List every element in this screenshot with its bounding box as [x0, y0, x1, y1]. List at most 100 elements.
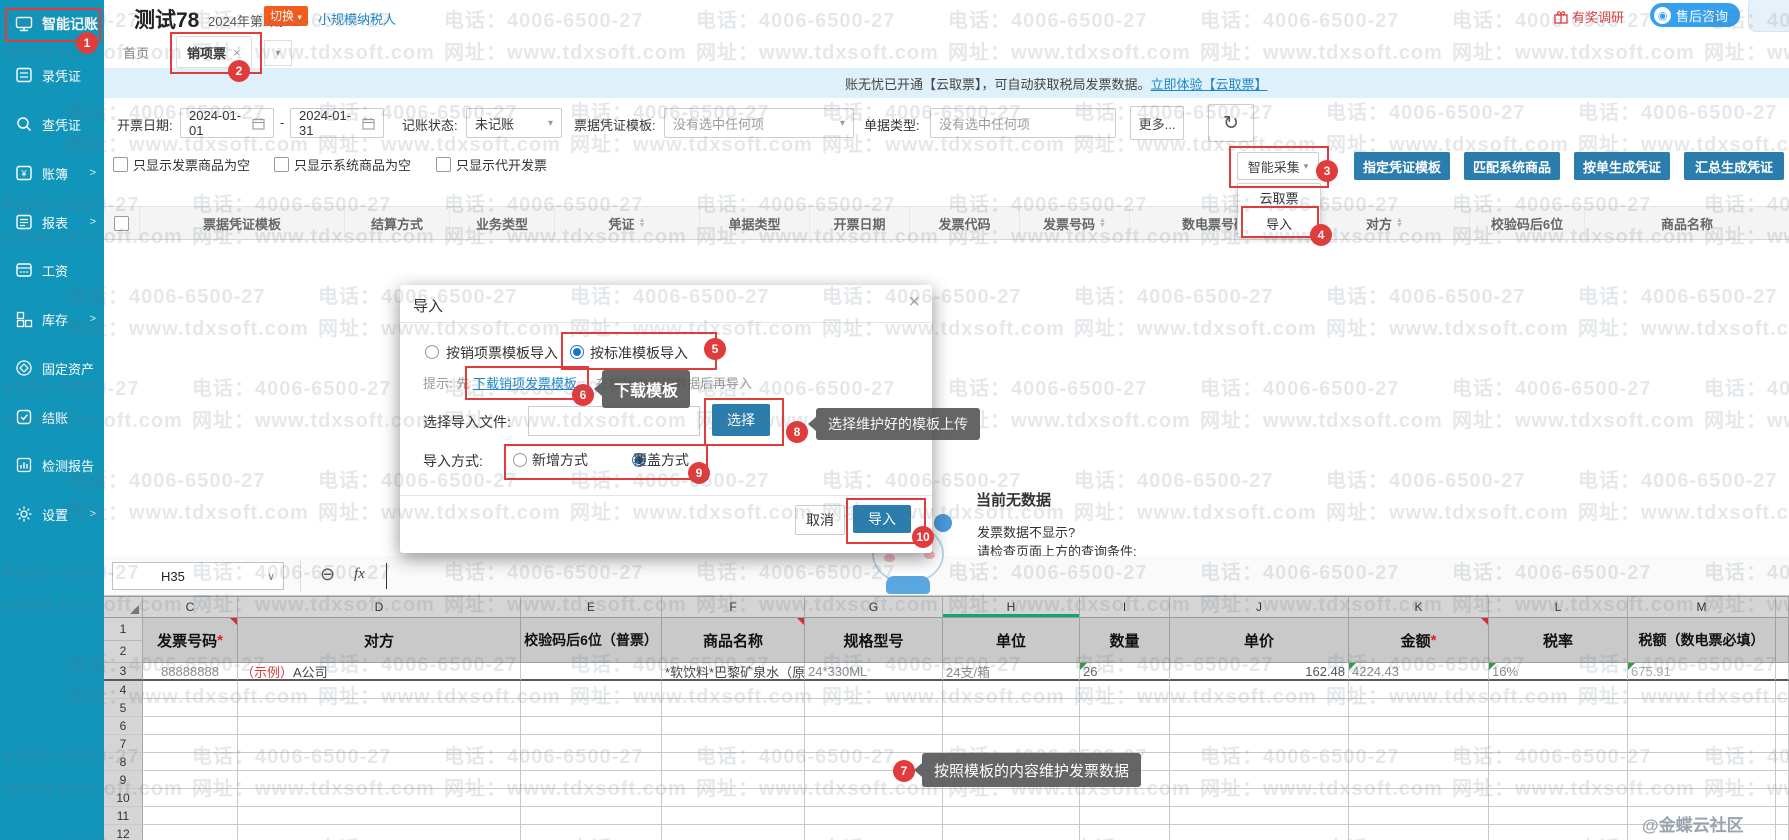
sheet-cell[interactable] [521, 807, 662, 825]
sheet-cell[interactable] [1080, 699, 1170, 717]
sheet-cell[interactable] [143, 825, 238, 840]
column-letter[interactable]: I [1080, 597, 1170, 618]
sheet-cell[interactable] [662, 789, 805, 807]
cell-unit[interactable]: 24支/箱 [943, 663, 1080, 681]
sheet-cell[interactable] [805, 825, 943, 840]
floating-widget[interactable] [1748, 0, 1789, 32]
sheet-cell[interactable] [238, 717, 521, 735]
sheet-cell[interactable] [1489, 789, 1628, 807]
switch-period-button[interactable]: 切换 ▾ [264, 6, 308, 26]
header-unit[interactable]: 单位 [943, 618, 1080, 663]
sheet-cell[interactable] [1776, 771, 1789, 789]
cancel-button[interactable]: 取消 [795, 505, 845, 535]
sheet-cell[interactable] [521, 717, 662, 735]
sheet-cell[interactable] [943, 807, 1080, 825]
filter-agency-invoices[interactable]: 只显示代开发票 [436, 155, 547, 174]
sheet-cell[interactable] [143, 753, 238, 771]
col-invoice-date[interactable]: 开票日期 [810, 207, 910, 239]
sheet-cell[interactable] [1776, 699, 1789, 717]
sheet-cell[interactable] [805, 735, 943, 753]
row-number[interactable]: 6 [104, 717, 143, 735]
sheet-cell[interactable] [143, 771, 238, 789]
sheet-cell[interactable] [805, 807, 943, 825]
row-number[interactable]: 11 [104, 807, 143, 825]
cloud-ticket-link[interactable]: 立即体验【云取票】 [1151, 74, 1268, 93]
row-number[interactable]: 2 [104, 641, 143, 664]
sidebar-item-closing[interactable]: 结账 [0, 400, 104, 434]
sheet-cell[interactable] [1776, 789, 1789, 807]
header-counterparty[interactable]: 对方 [238, 618, 521, 663]
sheet-cell[interactable] [1776, 825, 1789, 840]
column-letter[interactable]: M [1628, 597, 1776, 618]
sheet-cell[interactable] [1776, 753, 1789, 771]
sheet-cell[interactable] [662, 717, 805, 735]
support-button[interactable]: ◉ 售后咨询 [1650, 3, 1740, 27]
download-template-link[interactable]: 下载销项发票模板 [473, 373, 577, 392]
sheet-cell[interactable] [1170, 771, 1349, 789]
sheet-cell[interactable] [1170, 681, 1349, 699]
sheet-cell[interactable] [1349, 699, 1489, 717]
checkbox-icon[interactable] [114, 216, 129, 231]
sheet-cell[interactable] [238, 681, 521, 699]
sheet-cell[interactable] [238, 771, 521, 789]
sheet-cell[interactable] [1489, 699, 1628, 717]
sheet-cell[interactable] [1349, 789, 1489, 807]
column-letter[interactable]: L [1489, 597, 1628, 618]
sheet-cell[interactable] [805, 717, 943, 735]
sheet-cell[interactable] [662, 771, 805, 789]
sheet-cell[interactable] [1628, 699, 1776, 717]
sheet-cell[interactable] [1170, 699, 1349, 717]
sheet-cell[interactable] [1349, 717, 1489, 735]
sheet-cell[interactable] [1489, 825, 1628, 840]
col-business-type[interactable]: 业务类型 [450, 207, 555, 239]
column-letter-selected[interactable]: H [943, 597, 1080, 618]
refresh-button[interactable]: ↻ [1208, 104, 1254, 142]
select-all-cell[interactable] [104, 207, 140, 239]
sheet-cell[interactable] [1080, 681, 1170, 699]
cell-unit-price[interactable]: 162.48 [1170, 663, 1349, 681]
sheet-cell[interactable] [1080, 789, 1170, 807]
sheet-cell[interactable] [1776, 681, 1789, 699]
close-icon[interactable]: × [908, 291, 920, 314]
sidebar-item-voucher-entry[interactable]: 录凭证 [0, 58, 104, 92]
smart-collect-button[interactable]: 智能采集 ▾ [1237, 152, 1319, 180]
fx-icon[interactable]: fx [354, 566, 365, 583]
row-number[interactable]: 1 [104, 618, 143, 641]
sheet-cell[interactable] [1170, 753, 1349, 771]
radio-append-mode[interactable] [513, 453, 527, 467]
more-filters-button[interactable]: 更多... [1130, 106, 1184, 140]
sheet-cell[interactable] [143, 717, 238, 735]
survey-link[interactable]: 有奖调研 [1554, 7, 1624, 26]
sheet-cell[interactable] [1776, 717, 1789, 735]
header-goods-name[interactable]: 商品名称 [662, 618, 805, 663]
sheet-cell[interactable] [1776, 735, 1789, 753]
sidebar-item-test-report[interactable]: 检测报告 [0, 448, 104, 482]
col-template[interactable]: 票据凭证模板 [140, 207, 345, 239]
sheet-cell[interactable] [1489, 807, 1628, 825]
sheet-cell[interactable] [662, 681, 805, 699]
taxpayer-type-link[interactable]: 小规模纳税人 [318, 9, 396, 28]
sort-icon[interactable]: ▲▼ [639, 218, 646, 228]
radio-append-label[interactable]: 新增方式 [532, 450, 588, 470]
sheet-cell[interactable] [238, 825, 521, 840]
choose-file-button[interactable]: 选择 [712, 404, 770, 436]
sheet-cell[interactable] [1489, 717, 1628, 735]
sheet-cell[interactable] [1628, 681, 1776, 699]
row-number[interactable]: 3 [104, 663, 143, 681]
sheet-cell[interactable] [662, 753, 805, 771]
generate-voucher-per-doc-button[interactable]: 按单生成凭证 [1574, 152, 1670, 180]
sheet-cell[interactable] [1628, 735, 1776, 753]
sheet-cell[interactable] [238, 735, 521, 753]
sheet-cell[interactable] [1170, 825, 1349, 840]
sidebar-item-payroll[interactable]: 工资 [0, 253, 104, 287]
radio-sales-template-label[interactable]: 按销项票模板导入 [446, 343, 558, 363]
close-icon[interactable]: × [233, 45, 241, 60]
select-all-corner[interactable] [104, 597, 143, 618]
header-check-code[interactable]: 校验码后6位（普票） [521, 618, 662, 663]
tab-overflow-button[interactable]: ▾ [264, 40, 292, 66]
sheet-cell[interactable] [662, 825, 805, 840]
sidebar-item-reports[interactable]: 报表 > [0, 205, 104, 239]
tab-home[interactable]: 首页 [113, 37, 159, 67]
sheet-cell[interactable] [1628, 789, 1776, 807]
date-to-input[interactable]: 2024-01-31 [290, 108, 384, 138]
